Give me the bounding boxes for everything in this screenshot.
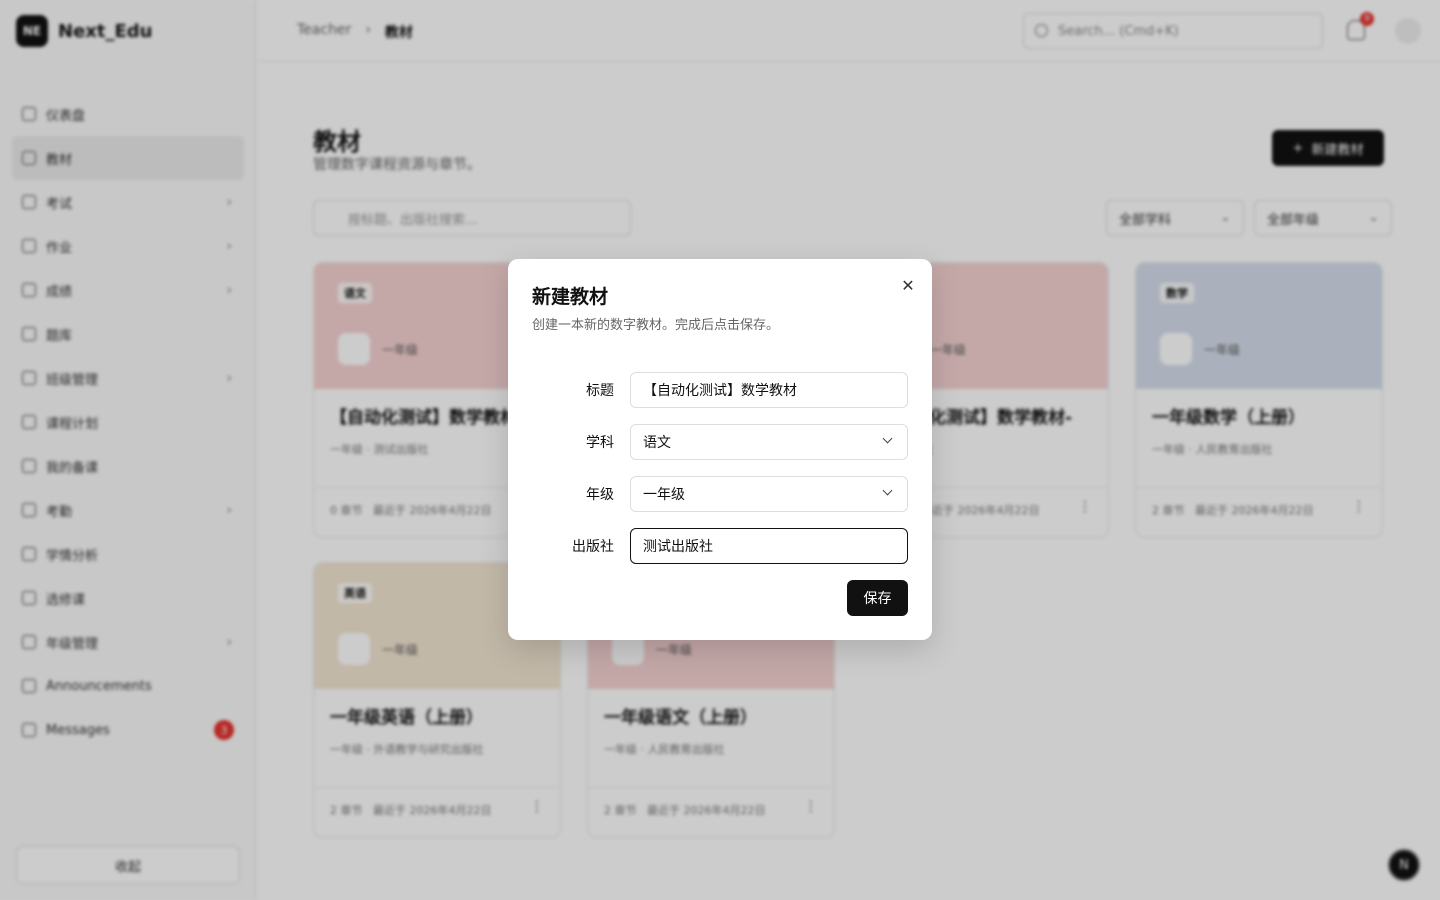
new-textbook-dialog: 新建教材 创建一本新的数字教材。完成后点击保存。 ✕ 标题 【自动化测试】数学教…	[508, 259, 932, 640]
dialog-title: 新建教材	[532, 286, 609, 308]
dialog-description: 创建一本新的数字教材。完成后点击保存。	[532, 318, 780, 333]
title-input[interactable]: 【自动化测试】数学教材	[630, 372, 908, 408]
grade-label: 年级	[586, 487, 614, 503]
grade-select[interactable]: 一年级	[630, 476, 908, 512]
close-icon[interactable]: ✕	[898, 275, 918, 295]
title-label: 标题	[586, 383, 614, 399]
chevron-down-icon	[884, 435, 893, 444]
subject-select[interactable]: 语文	[630, 424, 908, 460]
grade-select-value: 一年级	[643, 487, 685, 503]
publisher-input[interactable]: 测试出版社	[630, 528, 908, 564]
subject-select-value: 语文	[643, 435, 671, 451]
subject-label: 学科	[586, 435, 614, 451]
publisher-label: 出版社	[572, 539, 614, 555]
chevron-down-icon	[884, 487, 893, 496]
save-button[interactable]: 保存	[847, 580, 908, 616]
